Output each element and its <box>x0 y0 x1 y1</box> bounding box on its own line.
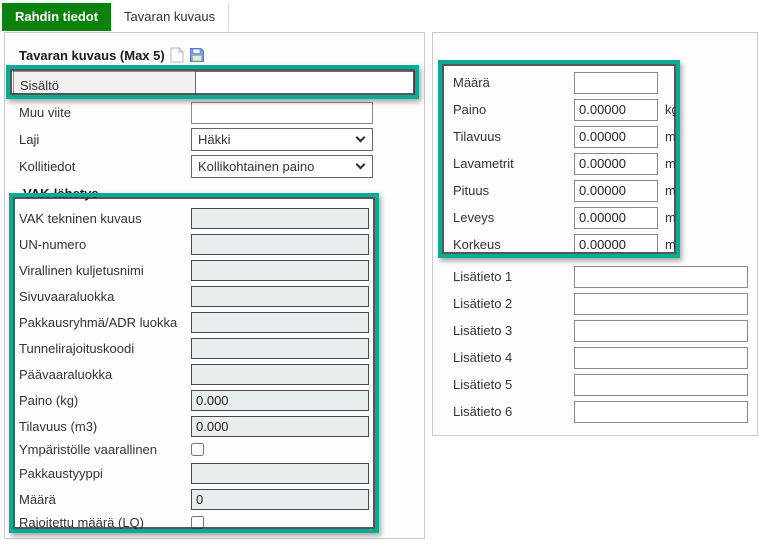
vak-maara-input[interactable] <box>191 489 369 510</box>
vak-tilavuus-m3-label: Tilavuus (m3) <box>19 419 191 434</box>
un-numero-input[interactable] <box>191 234 369 255</box>
korkeus-unit: m <box>665 237 676 252</box>
freight-form-page: { "colors": { "tab_active_green": "#0c81… <box>0 0 759 559</box>
tilavuus-label: Tilavuus <box>453 129 574 144</box>
rajoitettu-maara-lq-label: Rajoitettu määrä (LQ) <box>19 515 191 530</box>
virallinen-kuljetusnimi-label: Virallinen kuljetusnimi <box>19 263 191 278</box>
kollitiedot-label: Kollitiedot <box>19 159 191 174</box>
ymparistolle-vaarallinen-label: Ympäristölle vaarallinen <box>19 442 191 457</box>
rajoitettu-maara-lq-checkbox[interactable] <box>191 516 204 529</box>
chevron-down-icon <box>356 160 366 170</box>
lisatieto-6-label: Lisätieto 6 <box>453 404 574 419</box>
save-icon[interactable] <box>189 47 205 63</box>
left-panel-heading: Tavaran kuvaus (Max 5) <box>19 48 424 63</box>
lisatieto-5-input[interactable] <box>574 374 748 396</box>
maara-input[interactable] <box>574 72 658 94</box>
laji-label: Laji <box>19 132 191 147</box>
lisatieto-4-label: Lisätieto 4 <box>453 350 574 365</box>
paavaaraluokka-input[interactable] <box>191 364 369 385</box>
laji-select[interactable]: Häkki <box>191 128 373 151</box>
tunnelirajoituskoodi-input[interactable] <box>191 338 369 359</box>
pakkaustyyppi-label: Pakkaustyyppi <box>19 466 191 481</box>
left-panel-title: Tavaran kuvaus (Max 5) <box>19 48 165 63</box>
un-numero-label: UN-numero <box>19 237 191 252</box>
paino-unit: kg <box>665 102 679 117</box>
vak-paino-kg-input[interactable] <box>191 390 369 411</box>
muu-viite-label: Muu viite <box>19 105 191 120</box>
tab-tavaran-kuvaus[interactable]: Tavaran kuvaus <box>111 3 229 31</box>
vak-paino-kg-label: Paino (kg) <box>19 393 191 408</box>
kollitiedot-select[interactable]: Kollikohtainen paino <box>191 155 373 178</box>
lisatieto-1-label: Lisätieto 1 <box>453 269 574 284</box>
lavametrit-input[interactable] <box>574 153 658 175</box>
sivuvaaraluokka-label: Sivuvaaraluokka <box>19 289 191 304</box>
pakkausryhma-adr-luokka-input[interactable] <box>191 312 369 333</box>
tunnelirajoituskoodi-label: Tunnelirajoituskoodi <box>19 341 191 356</box>
lisatieto-2-input[interactable] <box>574 293 748 315</box>
goods-description-panel: Tavaran kuvaus (Max 5) Sisältö Muu viite… <box>4 32 425 539</box>
new-document-icon[interactable] <box>170 47 184 63</box>
paino-input[interactable] <box>574 99 658 121</box>
leveys-input[interactable] <box>574 207 658 229</box>
ymparistolle-vaarallinen-checkbox[interactable] <box>191 443 204 456</box>
vak-tekninen-kuvaus-input[interactable] <box>191 208 369 229</box>
lisatieto-1-input[interactable] <box>574 266 748 288</box>
vak-tilavuus-m3-input[interactable] <box>191 416 369 437</box>
sisalto-label: Sisältö <box>13 71 195 99</box>
vak-tekninen-kuvaus-label: VAK tekninen kuvaus <box>19 211 191 226</box>
pakkaustyyppi-input[interactable] <box>191 463 369 484</box>
vak-maara-label: Määrä <box>19 492 191 507</box>
lavametrit-unit: m <box>665 156 676 171</box>
virallinen-kuljetusnimi-input[interactable] <box>191 260 369 281</box>
lisatieto-3-input[interactable] <box>574 320 748 342</box>
paavaaraluokka-label: Päävaaraluokka <box>19 367 191 382</box>
pakkausryhma-adr-luokka-label: Pakkausryhmä/ADR luokka <box>19 315 191 330</box>
sisalto-input[interactable] <box>195 71 415 99</box>
chevron-down-icon <box>356 133 366 143</box>
pituus-unit: m <box>665 183 676 198</box>
sivuvaaraluokka-input[interactable] <box>191 286 369 307</box>
laji-selected-value: Häkki <box>198 132 231 147</box>
vak-section-heading: VAK-lähetys <box>23 186 424 201</box>
maara-label: Määrä <box>453 75 574 90</box>
lisatieto-3-label: Lisätieto 3 <box>453 323 574 338</box>
lavametrit-label: Lavametrit <box>453 156 574 171</box>
korkeus-input[interactable] <box>574 234 658 256</box>
measurements-panel: Määrä Paino kg Tilavuus m³ Lavametrit m … <box>432 32 758 436</box>
tab-rahdin-tiedot[interactable]: Rahdin tiedot <box>2 3 111 31</box>
pituus-label: Pituus <box>453 183 574 198</box>
kollitiedot-selected-value: Kollikohtainen paino <box>198 159 314 174</box>
lisatieto-5-label: Lisätieto 5 <box>453 377 574 392</box>
tab-bar: Rahdin tiedot Tavaran kuvaus <box>2 3 229 31</box>
lisatieto-2-label: Lisätieto 2 <box>453 296 574 311</box>
tilavuus-unit: m³ <box>665 129 680 144</box>
korkeus-label: Korkeus <box>453 237 574 252</box>
lisatieto-6-input[interactable] <box>574 401 748 423</box>
lisatieto-4-input[interactable] <box>574 347 748 369</box>
pituus-input[interactable] <box>574 180 658 202</box>
paino-label: Paino <box>453 102 574 117</box>
muu-viite-input[interactable] <box>191 102 373 124</box>
sisalto-row: Sisältö <box>13 71 415 99</box>
tilavuus-input[interactable] <box>574 126 658 148</box>
leveys-unit: m <box>665 210 676 225</box>
leveys-label: Leveys <box>453 210 574 225</box>
